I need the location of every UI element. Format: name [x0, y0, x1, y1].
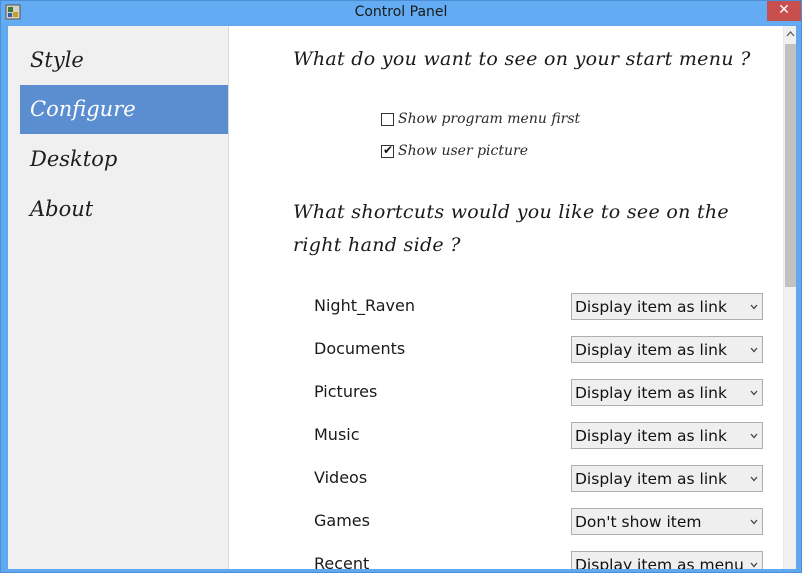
dropdown-value: Display item as link: [575, 470, 727, 488]
checkbox-label: Show user picture: [398, 143, 528, 159]
client-area: Style Configure Desktop About What do yo…: [8, 26, 796, 569]
shortcut-dropdown[interactable]: Don't show item: [571, 508, 763, 535]
vertical-scrollbar[interactable]: [783, 26, 796, 569]
scroll-up-arrow-icon[interactable]: [784, 26, 796, 42]
shortcut-dropdown[interactable]: Display item as link: [571, 379, 763, 406]
shortcut-label: Recent: [314, 554, 370, 569]
chevron-down-icon: [750, 433, 758, 439]
show-program-menu-first-checkbox[interactable]: [381, 113, 394, 126]
scroll-thumb[interactable]: [785, 44, 796, 287]
shortcut-label: Videos: [314, 468, 368, 487]
show-user-picture-checkbox[interactable]: ✔: [381, 143, 394, 158]
settings-content: What do you want to see on your start me…: [230, 26, 783, 569]
dropdown-value: Display item as link: [575, 384, 727, 402]
sidebar-item-desktop[interactable]: Desktop: [20, 135, 228, 184]
shortcuts-heading-line1: What shortcuts would you like to see on …: [293, 201, 729, 223]
shortcut-dropdown[interactable]: Display item as link: [571, 422, 763, 449]
title-bar[interactable]: Control Panel ✕: [1, 1, 801, 25]
shortcuts-heading-line2: right hand side ?: [293, 234, 461, 256]
dropdown-value: Display item as link: [575, 427, 727, 445]
start-menu-heading: What do you want to see on your start me…: [293, 48, 751, 70]
shortcut-label: Music: [314, 425, 360, 444]
control-panel-window: Control Panel ✕ Style Configure Desktop …: [0, 0, 802, 573]
sidebar-item-style[interactable]: Style: [20, 36, 228, 85]
chevron-down-icon: [750, 347, 758, 353]
sidebar-item-about[interactable]: About: [20, 185, 228, 234]
dropdown-value: Display item as menu: [575, 556, 744, 569]
shortcut-dropdown[interactable]: Display item as link: [571, 336, 763, 363]
chevron-down-icon: [750, 304, 758, 310]
chevron-down-icon: [750, 562, 758, 568]
checkmark-icon: ✔: [383, 143, 394, 157]
dropdown-value: Don't show item: [575, 513, 702, 531]
shortcut-dropdown[interactable]: Display item as menu: [571, 551, 763, 569]
shortcut-label: Night_Raven: [314, 296, 416, 315]
checkbox-label: Show program menu first: [398, 111, 581, 127]
dropdown-value: Display item as link: [575, 298, 727, 316]
chevron-down-icon: [750, 476, 758, 482]
shortcut-dropdown[interactable]: Display item as link: [571, 465, 763, 492]
shortcut-dropdown[interactable]: Display item as link: [571, 293, 763, 320]
shortcut-label: Documents: [314, 339, 406, 358]
chevron-down-icon: [750, 519, 758, 525]
sidebar-item-configure[interactable]: Configure: [20, 85, 228, 134]
shortcut-label: Pictures: [314, 382, 378, 401]
sidebar: Style Configure Desktop About: [8, 26, 229, 569]
window-title: Control Panel: [354, 4, 448, 20]
close-button[interactable]: ✕: [767, 1, 801, 21]
dropdown-value: Display item as link: [575, 341, 727, 359]
shortcut-label: Games: [314, 511, 370, 530]
chevron-down-icon: [750, 390, 758, 396]
